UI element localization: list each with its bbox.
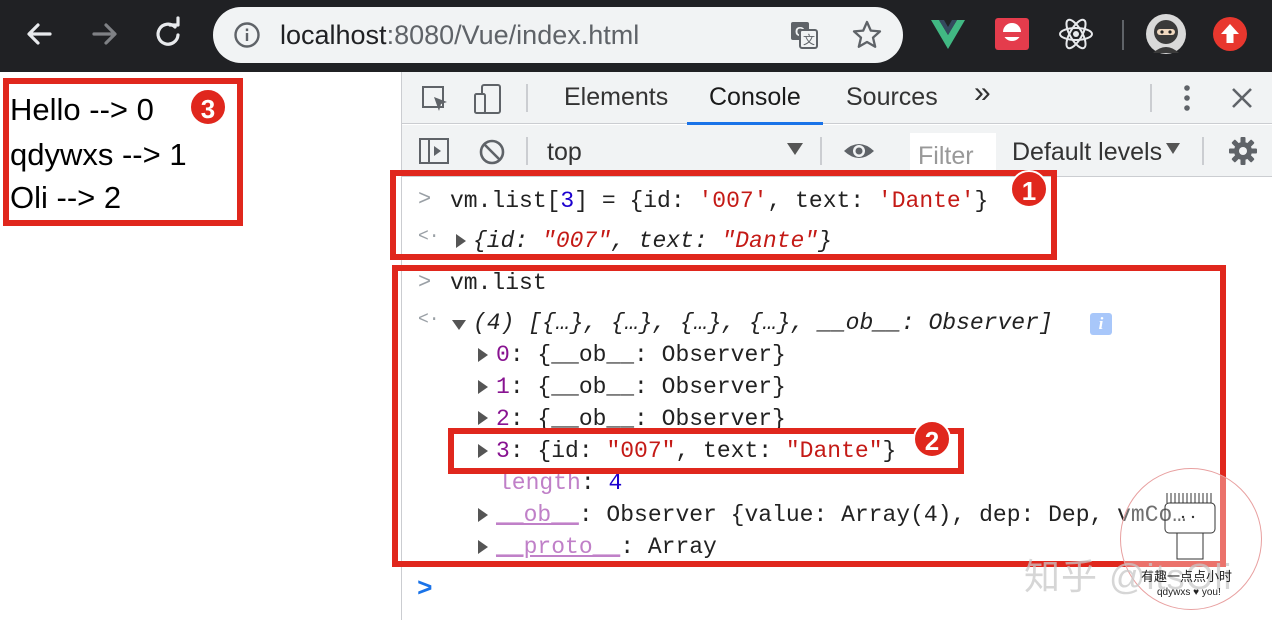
more-tabs-button[interactable]: » bbox=[974, 78, 991, 108]
translate-icon[interactable]: G文 bbox=[788, 19, 820, 51]
browser-toolbar: localhost:8080/Vue/index.html G文 bbox=[0, 0, 1272, 72]
kebab-menu-icon[interactable] bbox=[1176, 83, 1198, 113]
log-levels-dropdown[interactable]: Default levels bbox=[1012, 137, 1162, 167]
react-devtools-icon[interactable] bbox=[1057, 15, 1095, 53]
devtools-tab-bar: Elements Console Sources » bbox=[402, 72, 1272, 125]
filter-input[interactable]: Filter bbox=[910, 133, 996, 171]
tab-console[interactable]: Console bbox=[709, 82, 801, 112]
console-input-prompt[interactable]: > bbox=[417, 574, 433, 604]
forward-button[interactable] bbox=[84, 14, 124, 54]
annotation-badge-3: 3 bbox=[189, 88, 227, 126]
clear-console-icon[interactable] bbox=[478, 138, 506, 166]
toolbar-divider bbox=[526, 137, 528, 165]
toolbar-divider bbox=[820, 137, 822, 165]
profile-avatar[interactable] bbox=[1145, 13, 1187, 55]
site-info-icon[interactable] bbox=[233, 21, 261, 49]
highlight-box-1 bbox=[390, 170, 1057, 260]
url-host: localhost bbox=[280, 20, 387, 50]
back-button[interactable] bbox=[20, 14, 60, 54]
watermark-caption: qdywxs ♥ you! bbox=[1157, 587, 1221, 598]
toolbar-divider bbox=[1122, 20, 1124, 50]
highlight-box-2 bbox=[448, 428, 964, 474]
annotation-badge-2: 2 bbox=[913, 420, 951, 458]
tab-divider bbox=[1150, 84, 1152, 112]
url-text[interactable]: localhost:8080/Vue/index.html bbox=[280, 19, 639, 51]
annotation-badge-1: 1 bbox=[1010, 170, 1048, 208]
list-item: Hello --> 0 bbox=[10, 92, 154, 127]
bookmark-star-icon[interactable] bbox=[851, 19, 883, 51]
tab-divider bbox=[526, 84, 528, 112]
watermark-caption-cn: 有趣一点点小时 bbox=[1141, 569, 1233, 584]
highlight-box-array bbox=[392, 265, 1226, 567]
sidebar-toggle-icon[interactable] bbox=[418, 137, 450, 165]
live-expression-eye-icon[interactable] bbox=[842, 139, 876, 163]
chevron-down-icon[interactable] bbox=[1166, 143, 1180, 154]
list-item: qdywxs --> 1 bbox=[10, 137, 187, 172]
context-selector[interactable]: top bbox=[547, 137, 582, 167]
reload-icon bbox=[156, 16, 180, 46]
toolbar-divider bbox=[1202, 137, 1204, 165]
vue-devtools-icon[interactable] bbox=[929, 15, 967, 53]
device-toolbar-icon[interactable] bbox=[472, 82, 506, 116]
tab-elements[interactable]: Elements bbox=[564, 82, 668, 112]
address-bar[interactable]: localhost:8080/Vue/index.html G文 bbox=[213, 7, 903, 63]
back-arrow-icon bbox=[27, 23, 52, 45]
extension-red-icon[interactable] bbox=[993, 15, 1031, 53]
inspect-element-icon[interactable] bbox=[420, 84, 450, 114]
chevron-down-icon[interactable] bbox=[787, 143, 803, 155]
settings-gear-icon[interactable] bbox=[1227, 135, 1259, 167]
list-item: Oli --> 2 bbox=[10, 180, 122, 215]
update-available-icon[interactable] bbox=[1211, 15, 1249, 53]
url-path: :8080/Vue/index.html bbox=[386, 20, 640, 50]
svg-text:文: 文 bbox=[803, 32, 815, 47]
tab-sources[interactable]: Sources bbox=[846, 82, 938, 112]
filter-placeholder: Filter bbox=[918, 142, 974, 170]
forward-arrow-icon bbox=[92, 23, 117, 45]
reload-button[interactable] bbox=[148, 14, 188, 54]
close-icon[interactable] bbox=[1230, 86, 1254, 110]
